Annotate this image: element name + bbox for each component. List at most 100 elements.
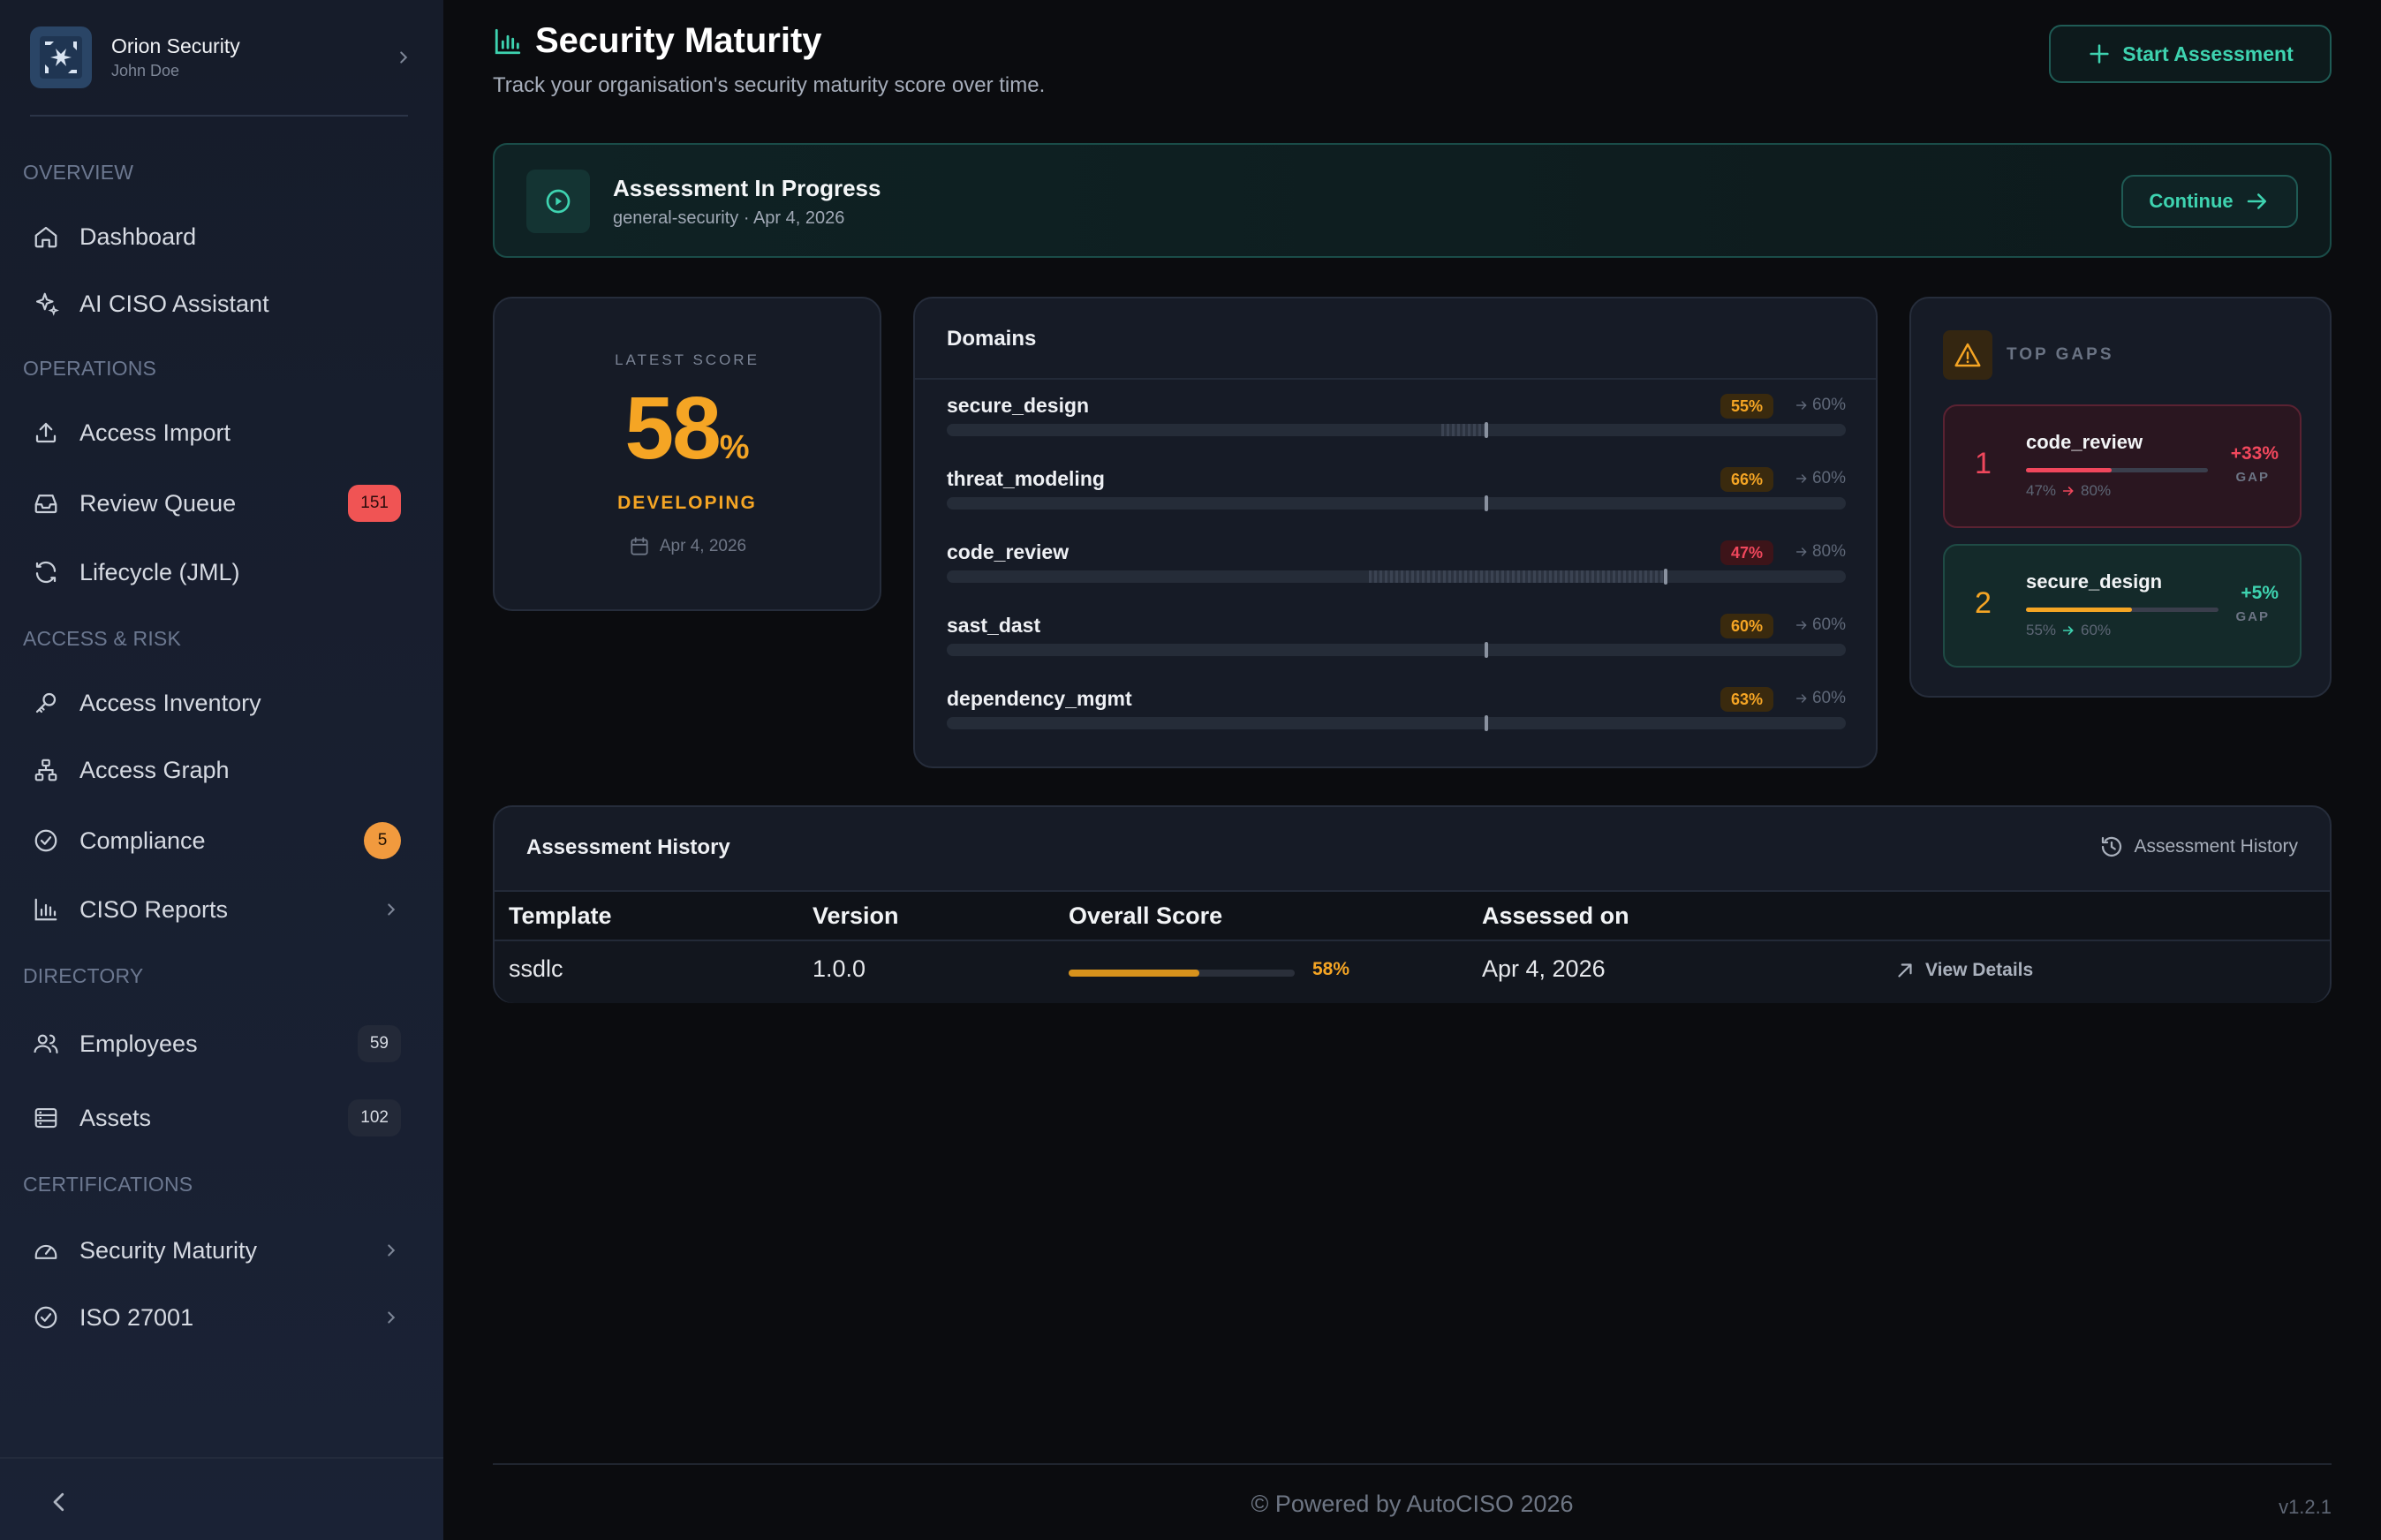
bar-chart-icon — [493, 26, 523, 57]
gap-delta-label: GAP — [2235, 609, 2270, 624]
domain-target-marker — [1484, 642, 1488, 658]
gap-progress-bar — [2026, 468, 2208, 472]
check-circle-icon — [30, 825, 62, 857]
gap-rank: 1 — [1975, 447, 1992, 480]
domain-gap-segment — [1440, 424, 1486, 436]
domain-track — [947, 642, 1846, 658]
domains-divider — [915, 378, 1876, 380]
sidebar-item-label: Employees — [79, 1030, 198, 1057]
arrow-right-icon — [1795, 691, 1809, 706]
domain-target-value: 60% — [1811, 615, 1846, 634]
play-circle-icon — [526, 170, 590, 233]
domains-card: Domains secure_design 55% 60% threat_modeli… — [913, 297, 1878, 768]
arrow-right-icon — [1795, 618, 1809, 632]
sidebar-item-lifecycle[interactable]: Lifecycle (JML) — [30, 546, 401, 599]
sidebar-item-label: Access Graph — [79, 756, 230, 783]
sidebar-item-label: Access Import — [79, 419, 231, 446]
gap-name: code_review — [2026, 431, 2143, 453]
domain-row: secure_design 55% 60% — [947, 394, 1846, 456]
sidebar-item-access-import[interactable]: Access Import — [30, 406, 401, 459]
gap-item[interactable]: 1 code_review 47% 80% +33% GAP — [1943, 404, 2302, 528]
view-details-link[interactable]: View Details — [1893, 959, 2033, 982]
sidebar-item-compliance[interactable]: Compliance 5 — [30, 814, 401, 867]
view-details-label: View Details — [1925, 960, 2034, 980]
collapse-sidebar-icon[interactable] — [46, 1489, 72, 1515]
section-label-certifications: CERTIFICATIONS — [23, 1173, 193, 1196]
arrow-right-icon — [1795, 398, 1809, 412]
column-header-template: Template — [509, 902, 612, 929]
top-gaps-title: TOP GAPS — [2007, 345, 2114, 364]
domain-track — [947, 569, 1846, 585]
assessment-in-progress-banner: Assessment In Progress general-security … — [493, 143, 2332, 258]
upload-icon — [30, 417, 62, 449]
refresh-icon — [30, 556, 62, 588]
sidebar-item-label: Access Inventory — [79, 689, 261, 716]
score-date-text: Apr 4, 2026 — [659, 537, 747, 555]
home-icon — [30, 221, 62, 253]
history-table: Template Version Overall Score Assessed … — [495, 890, 2330, 1003]
sidebar-divider — [30, 115, 408, 117]
domain-score-badge: 66% — [1720, 467, 1773, 492]
sidebar-item-iso-27001[interactable]: ISO 27001 — [30, 1291, 401, 1344]
domain-name: code_review — [947, 540, 1070, 563]
table-row[interactable]: ssdlc 1.0.0 58% Apr 4, 2026 View Details — [495, 941, 2330, 1003]
sidebar-item-label: Security Maturity — [79, 1236, 258, 1264]
app-version: v1.2.1 — [2279, 1496, 2332, 1518]
assets-count-badge: 102 — [348, 1099, 401, 1136]
arrow-up-right-icon — [1893, 959, 1916, 982]
assessment-history-card: Assessment History Assessment History Te… — [493, 805, 2332, 1003]
plus-icon — [2087, 42, 2112, 66]
domain-gap-segment — [1369, 570, 1667, 583]
domain-target: 60% — [1795, 689, 1846, 708]
score-date: Apr 4, 2026 — [495, 535, 880, 558]
chevron-right-icon — [394, 48, 413, 67]
gap-to: 80% — [2081, 482, 2112, 499]
score-label: LATEST SCORE — [615, 351, 760, 368]
section-label-operations: OPERATIONS — [23, 357, 157, 380]
domain-target-marker — [1484, 422, 1488, 438]
domain-target-value: 60% — [1811, 396, 1846, 414]
chevron-right-icon — [382, 900, 401, 919]
latest-score-card: LATEST SCORE 58% DEVELOPING Apr 4, 2026 — [493, 297, 881, 611]
domain-target-marker — [1664, 569, 1668, 585]
table-header: Template Version Overall Score Assessed … — [495, 890, 2330, 941]
sidebar-item-label: ISO 27001 — [79, 1303, 194, 1331]
start-assessment-button[interactable]: Start Assessment — [2049, 25, 2332, 83]
review-queue-count-badge: 151 — [348, 485, 401, 522]
domain-target: 60% — [1795, 396, 1846, 415]
gap-name: secure_design — [2026, 570, 2163, 593]
gap-from: 47% — [2026, 482, 2057, 499]
sidebar-item-assets[interactable]: Assets 102 — [30, 1091, 401, 1144]
gap-to: 60% — [2081, 622, 2112, 638]
domain-target: 80% — [1795, 542, 1846, 562]
sidebar-item-ai-ciso-assistant[interactable]: AI CISO Assistant — [30, 277, 401, 330]
gap-progress-fill — [2026, 468, 2112, 472]
sparkle-icon — [30, 288, 62, 320]
gap-item[interactable]: 2 secure_design 55% 60% +5% GAP — [1943, 544, 2302, 668]
sidebar-item-label: Assets — [79, 1104, 152, 1131]
sidebar-item-employees[interactable]: Employees 59 — [30, 1017, 401, 1070]
sidebar-item-ciso-reports[interactable]: CISO Reports — [30, 883, 401, 936]
warning-icon — [1943, 330, 1992, 380]
domain-target-marker — [1484, 495, 1488, 511]
sidebar-item-access-graph[interactable]: Access Graph — [30, 744, 401, 796]
inbox-icon — [30, 487, 62, 519]
gap-progress-bar — [2026, 608, 2218, 612]
sidebar-item-dashboard[interactable]: Dashboard — [30, 210, 401, 263]
domain-row: threat_modeling 66% 60% — [947, 467, 1846, 529]
gap-range: 55% 60% — [2026, 622, 2111, 639]
sidebar-item-access-inventory[interactable]: Access Inventory — [30, 676, 401, 729]
sidebar-item-review-queue[interactable]: Review Queue 151 — [30, 477, 401, 530]
page-subtitle: Track your organisation's security matur… — [493, 73, 1046, 97]
page-title: Security Maturity — [535, 21, 822, 60]
score-unit: % — [719, 429, 750, 466]
sidebar-item-label: Review Queue — [79, 489, 237, 517]
assessment-history-link[interactable]: Assessment History — [2098, 834, 2298, 860]
sidebar-item-security-maturity[interactable]: Security Maturity — [30, 1224, 401, 1277]
continue-label: Continue — [2149, 190, 2234, 212]
continue-button[interactable]: Continue — [2121, 175, 2298, 228]
score-number: 58 — [624, 379, 721, 478]
bar-chart-icon — [30, 894, 62, 925]
org-switcher[interactable]: Orion Security John Doe — [30, 25, 413, 90]
domain-track — [947, 715, 1846, 731]
